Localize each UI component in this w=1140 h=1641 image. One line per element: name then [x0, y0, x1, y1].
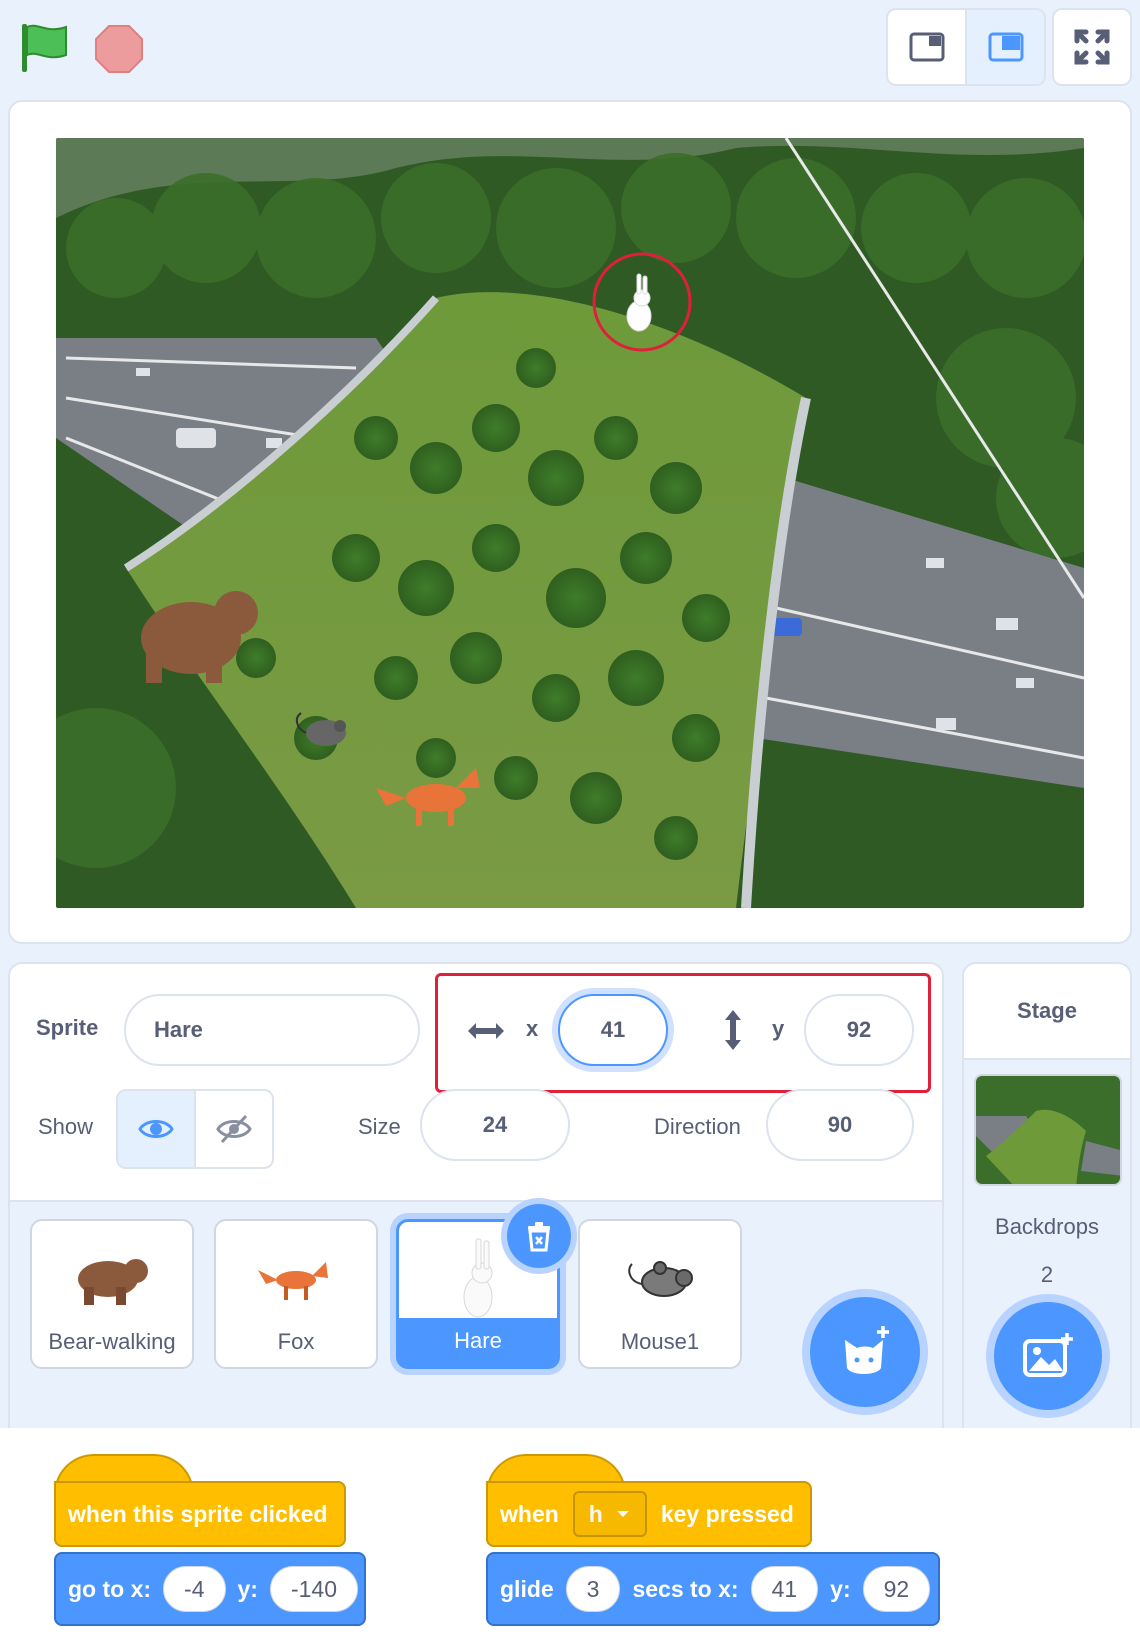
eye-slash-icon [216, 1114, 252, 1144]
block-label: secs to x: [632, 1575, 739, 1602]
show-hidden-button[interactable] [194, 1091, 272, 1167]
hare-icon [463, 1238, 493, 1318]
fox-icon [258, 1262, 328, 1300]
block-label: when this sprite clicked [68, 1500, 328, 1527]
eye-icon [138, 1120, 174, 1138]
add-backdrop-button[interactable] [994, 1302, 1102, 1410]
block-label: when [500, 1500, 559, 1527]
block-label: key pressed [660, 1500, 794, 1527]
code-area: when this sprite clicked go to x: -4 y: … [0, 1428, 1140, 1641]
sprite-info-panel: Sprite Hare x 41 y 92 Show Size 24 Direc… [8, 962, 944, 1430]
y-value-slot[interactable]: 92 [862, 1566, 931, 1612]
add-sprite-button[interactable] [810, 1297, 920, 1407]
stop-icon[interactable] [94, 24, 144, 74]
key-dropdown[interactable]: h [572, 1491, 647, 1537]
backdrops-label: Backdrops [995, 1214, 1099, 1239]
sprite-tile-fox[interactable]: Fox [214, 1219, 378, 1369]
when-sprite-clicked-block[interactable]: when this sprite clicked [54, 1481, 346, 1547]
backdrops-count: 2 [1040, 1262, 1054, 1287]
horizontal-arrows-icon [466, 1020, 506, 1047]
fullscreen-icon [1074, 29, 1110, 65]
small-stage-icon [909, 32, 944, 62]
sprite-tile-label: Hare [454, 1328, 502, 1353]
delete-sprite-button[interactable] [507, 1204, 571, 1268]
sprite-tile-label: Bear-walking [48, 1329, 176, 1354]
bear-icon [78, 1259, 148, 1305]
sprite-tile-label: Mouse1 [620, 1329, 700, 1354]
sprite-label: Sprite [36, 1015, 99, 1040]
block-label: go to x: [68, 1575, 152, 1602]
y-input[interactable]: 92 [804, 994, 914, 1066]
sprite-tile-mouse1[interactable]: Mouse1 [578, 1219, 742, 1369]
show-label: Show [38, 1114, 94, 1139]
size-input[interactable]: 24 [420, 1089, 570, 1161]
stage-layout-toggle [886, 8, 1046, 86]
sprite-tile-label: Fox [277, 1329, 315, 1354]
when-key-pressed-block[interactable]: when h key pressed [486, 1481, 812, 1547]
fullscreen-button[interactable] [1052, 8, 1132, 86]
vertical-arrows-icon [722, 1008, 744, 1057]
show-toggle [116, 1089, 274, 1169]
image-plus-icon [1023, 1333, 1073, 1377]
normal-stage-button[interactable] [965, 10, 1044, 84]
sprite-name-input[interactable]: Hare [124, 994, 420, 1066]
glide-to-xy-block[interactable]: glide 3 secs to x: 41 y: 92 [486, 1552, 940, 1626]
green-flag-icon[interactable] [20, 22, 70, 74]
sprite-list: Bear-walking Fox Hare Mouse1 [10, 1200, 942, 1428]
stage-target-panel: Stage Backdrops 2 [962, 962, 1132, 1430]
stage-canvas[interactable] [56, 138, 1084, 908]
size-label: Size [358, 1114, 401, 1139]
sprite-tile-bear-walking[interactable]: Bear-walking [30, 1219, 194, 1369]
stage [8, 100, 1132, 944]
small-stage-button[interactable] [888, 10, 965, 84]
mouse-icon [628, 1261, 693, 1297]
sprite-tile-hare[interactable]: Hare [396, 1204, 571, 1369]
y-label: y [772, 1016, 785, 1041]
secs-value-slot[interactable]: 3 [565, 1566, 621, 1612]
x-value-slot[interactable]: 41 [750, 1566, 819, 1612]
go-to-xy-block[interactable]: go to x: -4 y: -140 [54, 1552, 366, 1626]
cat-plus-icon [845, 1326, 889, 1374]
stage-thumbnail[interactable] [974, 1074, 1122, 1186]
direction-input[interactable]: 90 [766, 1089, 914, 1161]
normal-stage-icon [988, 32, 1023, 62]
block-label: glide [500, 1575, 554, 1602]
y-value-slot[interactable]: -140 [269, 1566, 358, 1612]
x-label: x [526, 1016, 539, 1041]
key-value: h [588, 1500, 603, 1527]
show-visible-button[interactable] [118, 1091, 194, 1167]
direction-label: Direction [654, 1114, 741, 1139]
block-label: y: [830, 1575, 851, 1602]
stage-title: Stage [964, 964, 1130, 1060]
trash-icon [528, 1222, 550, 1252]
block-label: y: [237, 1575, 258, 1602]
dropdown-arrow-icon [616, 1511, 629, 1517]
x-input[interactable]: 41 [558, 994, 668, 1066]
stage-backdrop [56, 138, 1084, 908]
x-value-slot[interactable]: -4 [163, 1566, 226, 1612]
